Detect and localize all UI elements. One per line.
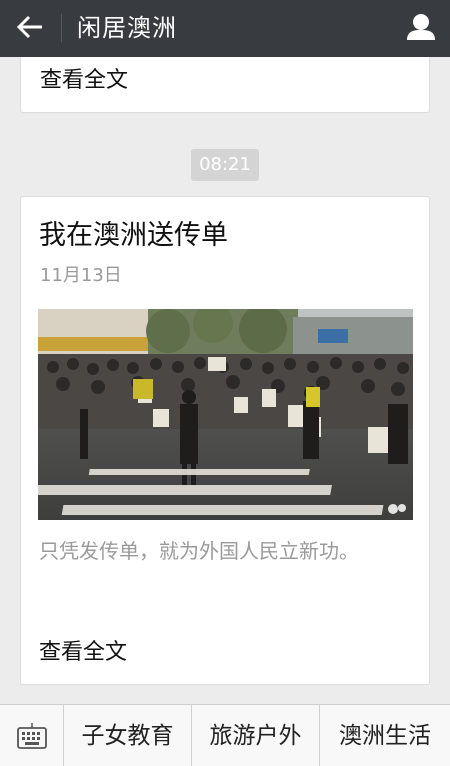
article-date: 11月13日	[40, 265, 122, 286]
read-more-link[interactable]: 查看全文	[40, 65, 128, 97]
back-button[interactable]	[8, 8, 50, 48]
read-more-link[interactable]: 查看全文	[39, 637, 127, 669]
previous-article-card[interactable]: 查看全文	[20, 57, 430, 113]
header-divider	[61, 14, 62, 42]
user-icon	[407, 14, 435, 40]
page-title: 闲居澳洲	[77, 14, 177, 42]
article-summary: 只凭发传单，就为外国人民立新功。	[39, 539, 359, 563]
message-timestamp: 08:21	[191, 149, 259, 181]
keyboard-icon	[17, 723, 47, 749]
article-title[interactable]: 我在澳洲送传单	[39, 217, 228, 255]
profile-button[interactable]	[404, 10, 438, 46]
back-arrow-icon	[16, 15, 42, 39]
bottom-menu-bar: 子女教育 旅游户外 澳洲生活	[0, 704, 450, 766]
menu-australia-life[interactable]: 澳洲生活	[320, 705, 450, 766]
top-bar: 闲居澳洲	[0, 0, 450, 57]
menu-travel-outdoors[interactable]: 旅游户外	[192, 705, 320, 766]
crowd-photo	[38, 309, 413, 520]
article-card[interactable]: 我在澳洲送传单 11月13日 只凭发传单，就为外国人民立新功。 查看全文	[20, 196, 430, 685]
article-cover-image[interactable]	[38, 309, 413, 520]
menu-children-education[interactable]: 子女教育	[64, 705, 192, 766]
keyboard-toggle-button[interactable]	[0, 705, 64, 766]
